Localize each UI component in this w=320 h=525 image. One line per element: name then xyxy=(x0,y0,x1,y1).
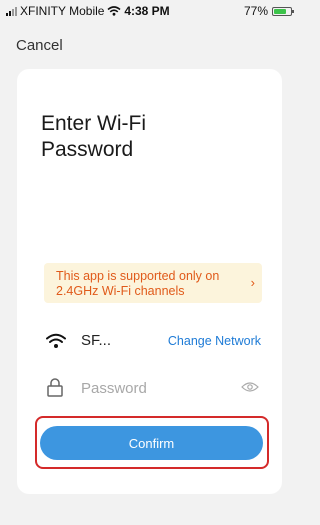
battery-icon xyxy=(272,6,294,16)
battery-percent: 77% xyxy=(243,4,268,18)
lock-icon xyxy=(47,378,63,397)
password-row xyxy=(41,373,261,405)
wifi-icon xyxy=(46,333,66,348)
channel-notice-text: This app is supported only on 2.4GHz Wi-… xyxy=(56,269,220,298)
status-right: 77% xyxy=(243,4,294,18)
password-input[interactable] xyxy=(81,375,231,401)
confirm-button[interactable]: Confirm xyxy=(40,426,263,460)
eye-icon[interactable] xyxy=(241,381,259,393)
status-bar: XFINITY Mobile 4:38 PM 77% xyxy=(0,0,294,22)
cancel-button[interactable]: Cancel xyxy=(16,37,63,54)
channel-notice[interactable]: This app is supported only on 2.4GHz Wi-… xyxy=(44,263,262,303)
chevron-right-icon: › xyxy=(250,275,255,290)
battery-level xyxy=(274,8,286,14)
network-ssid: SF... xyxy=(81,332,112,349)
page-title: Enter Wi-Fi Password xyxy=(41,112,146,161)
change-network-link[interactable]: Change Network xyxy=(168,334,261,348)
wifi-password-card: Enter Wi-Fi Password This app is support… xyxy=(17,69,282,494)
network-row: SF... Change Network xyxy=(41,327,261,357)
